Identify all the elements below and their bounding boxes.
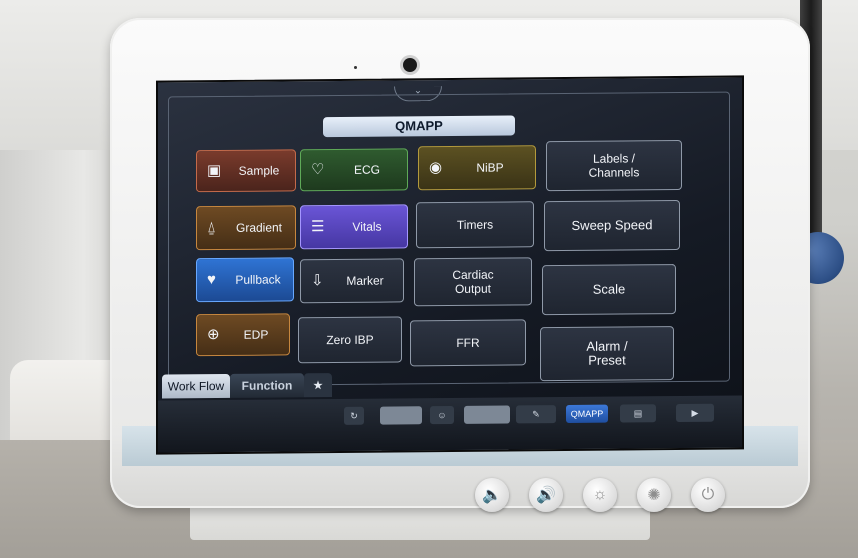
pullback-label: Pullback xyxy=(235,272,281,287)
sample-label: Sample xyxy=(238,163,280,178)
vitals-button[interactable]: ☰ Vitals xyxy=(300,204,408,250)
cardiac-output-button[interactable]: Cardiac Output xyxy=(414,257,532,307)
pullback-button[interactable]: ♥ Pullback xyxy=(196,257,294,303)
zero-ibp-button[interactable]: Zero IBP xyxy=(298,316,402,364)
tab-favorites[interactable]: ★ xyxy=(304,373,332,398)
alarm-preset-label: Alarm / Preset xyxy=(586,338,628,368)
sweep-speed-button[interactable]: Sweep Speed xyxy=(544,199,680,252)
edp-icon: ⊕ xyxy=(207,326,220,344)
ffr-label: FFR xyxy=(456,335,480,350)
brightness-down-icon[interactable]: ☼ xyxy=(583,478,617,512)
heart-monitor-icon: ♡ xyxy=(311,161,325,179)
labels-channels-button[interactable]: Labels / Channels xyxy=(546,139,682,192)
refresh-icon[interactable]: ↻ xyxy=(344,406,364,425)
timers-label: Timers xyxy=(456,217,494,232)
document-icon: ☰ xyxy=(311,218,325,236)
marker-icon: ⇩ xyxy=(311,272,324,290)
sweep-speed-label: Sweep Speed xyxy=(571,217,653,233)
edp-button[interactable]: ⊕ EDP xyxy=(196,313,290,357)
scale-button[interactable]: Scale xyxy=(542,264,676,316)
camera-icon xyxy=(403,58,417,72)
nibp-label: NiBP xyxy=(476,160,504,175)
scale-label: Scale xyxy=(592,281,626,297)
cardiac-output-label: Cardiac Output xyxy=(452,267,494,296)
volume-up-icon[interactable]: 🔊 xyxy=(529,478,563,512)
tab-function[interactable]: Function xyxy=(230,373,304,398)
toolbar: ↻ ☺ ✎ QMAPP ▤ ▶ xyxy=(158,395,742,453)
ecg-button[interactable]: ♡ ECG xyxy=(300,148,408,192)
ffr-button[interactable]: FFR xyxy=(410,319,526,367)
pen-icon[interactable]: ✎ xyxy=(516,405,556,424)
qmapp-tool[interactable]: QMAPP xyxy=(566,404,608,423)
person-icon[interactable]: ☺ xyxy=(430,405,454,425)
layout-icon[interactable]: ▤ xyxy=(620,404,656,423)
brightness-up-icon[interactable]: ✺ xyxy=(637,478,671,512)
bp-cuff-icon: ◉ xyxy=(429,159,443,177)
nibp-button[interactable]: ◉ NiBP xyxy=(418,145,536,191)
screen-title: QMAPP xyxy=(323,115,515,138)
hardware-buttons: 🔈 🔊 ☼ ✺ ⏻ xyxy=(475,478,725,512)
marker-label: Marker xyxy=(346,273,384,288)
tab-work-flow[interactable]: Work Flow xyxy=(162,373,230,399)
zero-ibp-label: Zero IBP xyxy=(326,332,374,348)
timers-button[interactable]: Timers xyxy=(416,201,534,249)
sample-icon: ▣ xyxy=(207,161,222,180)
marker-button[interactable]: ⇩ Marker xyxy=(300,258,404,304)
sample-button[interactable]: ▣ Sample xyxy=(196,149,296,193)
tool-slot-1[interactable] xyxy=(380,406,422,425)
gradient-label: Gradient xyxy=(235,220,283,235)
gradient-icon: ⍙ xyxy=(207,219,217,237)
heart-icon: ♥ xyxy=(207,271,216,289)
tool-slot-2[interactable] xyxy=(464,405,510,424)
play-icon[interactable]: ▶ xyxy=(676,403,714,423)
ecg-label: ECG xyxy=(353,162,380,177)
edp-label: EDP xyxy=(243,327,269,342)
power-icon[interactable]: ⏻ xyxy=(691,478,725,512)
labels-channels-label: Labels / Channels xyxy=(588,151,640,180)
touch-screen: ⌄ QMAPP ▣ Sample ♡ ECG ◉ NiBP Labels / C… xyxy=(156,75,744,455)
sensor-dot xyxy=(354,66,357,69)
gradient-button[interactable]: ⍙ Gradient xyxy=(196,205,296,251)
volume-down-icon[interactable]: 🔈 xyxy=(475,478,509,512)
vitals-label: Vitals xyxy=(352,219,382,234)
